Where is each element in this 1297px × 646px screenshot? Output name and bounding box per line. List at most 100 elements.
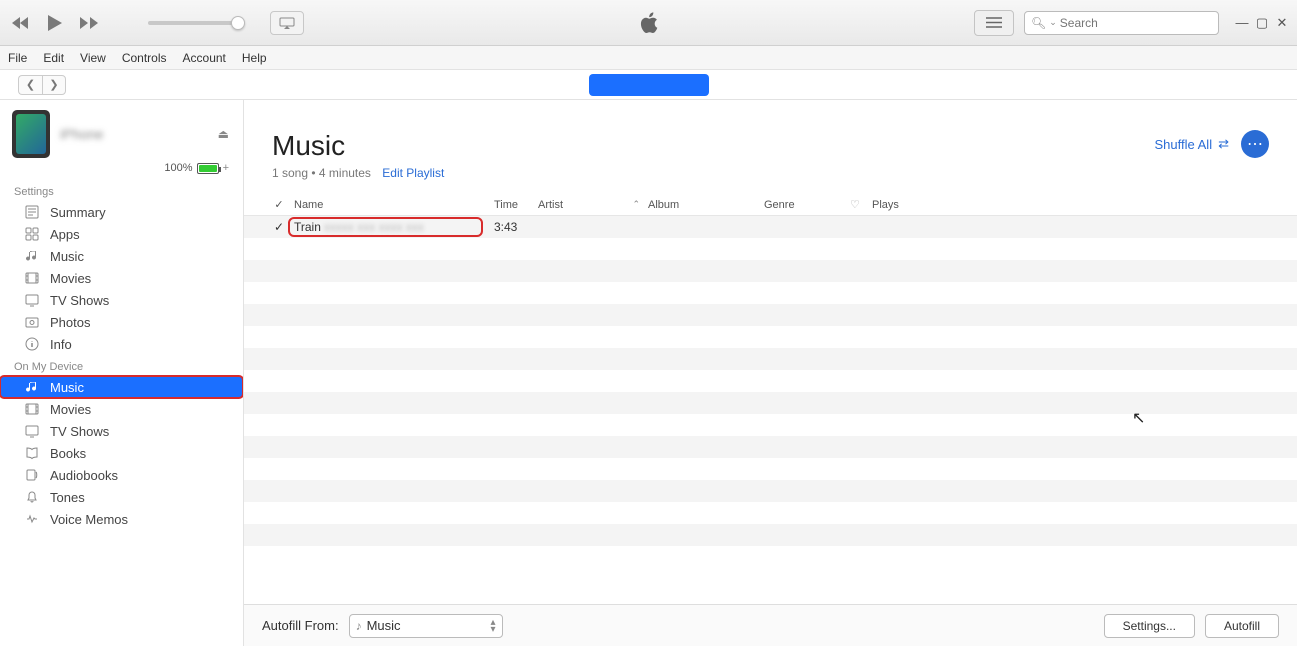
- menu-file[interactable]: File: [8, 51, 27, 65]
- table-row[interactable]: [244, 326, 1297, 348]
- minimize-button[interactable]: —: [1235, 15, 1249, 31]
- shuffle-all-button[interactable]: Shuffle All ⇄: [1155, 136, 1230, 152]
- menu-controls[interactable]: Controls: [122, 51, 167, 65]
- menu-help[interactable]: Help: [242, 51, 267, 65]
- sidebar-item-movies[interactable]: Movies: [0, 267, 243, 289]
- updown-icon: ▴▾: [491, 619, 496, 633]
- forward-button[interactable]: ❯: [42, 75, 66, 95]
- sidebar-item-label: Movies: [50, 402, 91, 417]
- list-view-button[interactable]: [974, 10, 1014, 36]
- table-row[interactable]: ✓Trainxxxxx xxx xxxx xxx3:43: [244, 216, 1297, 238]
- content-header: Music 1 song • 4 minutes Edit Playlist S…: [244, 100, 1297, 194]
- table-row[interactable]: [244, 348, 1297, 370]
- battery-percent: 100%: [164, 162, 192, 174]
- device-name: iPhone: [60, 126, 104, 142]
- nav-center-pill[interactable]: [589, 74, 709, 96]
- autofill-button[interactable]: Autofill: [1205, 614, 1279, 638]
- col-name[interactable]: Name: [294, 199, 494, 211]
- nav-bar: ❮ ❯: [0, 70, 1297, 100]
- table-row[interactable]: [244, 260, 1297, 282]
- sidebar-item-info[interactable]: Info: [0, 333, 243, 355]
- table-row[interactable]: [244, 392, 1297, 414]
- chevron-down-icon: ⌄: [1049, 17, 1057, 28]
- sidebar-item-label: Apps: [50, 227, 80, 242]
- col-artist[interactable]: Artist⌃: [538, 199, 648, 211]
- sidebar-item-tv-shows[interactable]: TV Shows: [0, 420, 243, 442]
- previous-button[interactable]: [10, 12, 32, 34]
- tones-icon: [24, 490, 40, 504]
- close-button[interactable]: ✕: [1275, 15, 1289, 31]
- music-icon: ♪: [356, 619, 362, 633]
- sidebar-item-tv-shows[interactable]: TV Shows: [0, 289, 243, 311]
- volume-slider[interactable]: [148, 21, 238, 25]
- voice-icon: [24, 512, 40, 526]
- sidebar-item-tones[interactable]: Tones: [0, 486, 243, 508]
- device-battery: 100% +: [0, 162, 243, 180]
- summary-icon: [24, 205, 40, 219]
- device-header[interactable]: iPhone ⏏: [0, 100, 243, 162]
- col-check[interactable]: ✓: [272, 198, 294, 211]
- more-button[interactable]: ⋯: [1241, 130, 1269, 158]
- back-button[interactable]: ❮: [18, 75, 42, 95]
- sidebar-item-books[interactable]: Books: [0, 442, 243, 464]
- toolbar-right: 🔍︎ ⌄ — ▢ ✕: [974, 10, 1289, 36]
- sidebar-item-label: Tones: [50, 490, 85, 505]
- sidebar-item-music[interactable]: Music: [0, 245, 243, 267]
- col-album[interactable]: Album: [648, 199, 764, 211]
- playback-controls: [10, 12, 100, 34]
- autofill-source-select[interactable]: ♪ Music ▴▾: [349, 614, 503, 638]
- airplay-button[interactable]: [270, 11, 304, 35]
- table-row[interactable]: [244, 370, 1297, 392]
- apps-icon: [24, 227, 40, 241]
- window-controls: — ▢ ✕: [1235, 15, 1289, 31]
- next-button[interactable]: [78, 12, 100, 34]
- table-row[interactable]: [244, 480, 1297, 502]
- table-row[interactable]: [244, 524, 1297, 546]
- col-plays[interactable]: Plays: [872, 199, 932, 211]
- song-time: 3:43: [494, 220, 538, 234]
- movies-icon: [24, 271, 40, 285]
- col-time[interactable]: Time: [494, 199, 538, 211]
- content-area: Music 1 song • 4 minutes Edit Playlist S…: [244, 100, 1297, 646]
- menu-edit[interactable]: Edit: [43, 51, 64, 65]
- sidebar-item-photos[interactable]: Photos: [0, 311, 243, 333]
- apple-logo-icon: [639, 11, 659, 35]
- table-row[interactable]: [244, 502, 1297, 524]
- table-row[interactable]: [244, 546, 1297, 568]
- table-row[interactable]: [244, 436, 1297, 458]
- col-genre[interactable]: Genre: [764, 199, 850, 211]
- autofill-label: Autofill From:: [262, 618, 339, 633]
- edit-playlist-link[interactable]: Edit Playlist: [382, 166, 444, 180]
- table-row[interactable]: [244, 458, 1297, 480]
- sidebar-item-audiobooks[interactable]: Audiobooks: [0, 464, 243, 486]
- col-heart[interactable]: ♡: [850, 198, 872, 211]
- song-name: Train: [294, 220, 321, 234]
- search-input[interactable]: 🔍︎ ⌄: [1024, 11, 1219, 35]
- sidebar-item-label: TV Shows: [50, 424, 109, 439]
- sidebar-item-voice-memos[interactable]: Voice Memos: [0, 508, 243, 530]
- menu-account[interactable]: Account: [183, 51, 226, 65]
- maximize-button[interactable]: ▢: [1255, 15, 1269, 31]
- play-button[interactable]: [44, 12, 66, 34]
- sidebar-header-device: On My Device: [0, 355, 243, 376]
- menu-view[interactable]: View: [80, 51, 106, 65]
- table-row[interactable]: [244, 282, 1297, 304]
- table-row[interactable]: [244, 414, 1297, 436]
- sidebar-header-settings: Settings: [0, 180, 243, 201]
- table-row[interactable]: [244, 238, 1297, 260]
- battery-icon: [197, 163, 219, 174]
- sidebar-item-label: Music: [50, 249, 84, 264]
- device-thumbnail: [12, 110, 50, 158]
- sidebar-item-music[interactable]: Music: [0, 376, 243, 398]
- table-row[interactable]: [244, 304, 1297, 326]
- sidebar-item-movies[interactable]: Movies: [0, 398, 243, 420]
- shuffle-icon: ⇄: [1218, 136, 1229, 152]
- sidebar-item-label: Photos: [50, 315, 90, 330]
- settings-button[interactable]: Settings...: [1104, 614, 1195, 638]
- page-subtitle: 1 song • 4 minutes Edit Playlist: [272, 166, 444, 180]
- sidebar-item-apps[interactable]: Apps: [0, 223, 243, 245]
- movies-icon: [24, 402, 40, 416]
- sidebar-item-label: Books: [50, 446, 86, 461]
- eject-icon[interactable]: ⏏: [218, 127, 229, 141]
- sidebar-item-summary[interactable]: Summary: [0, 201, 243, 223]
